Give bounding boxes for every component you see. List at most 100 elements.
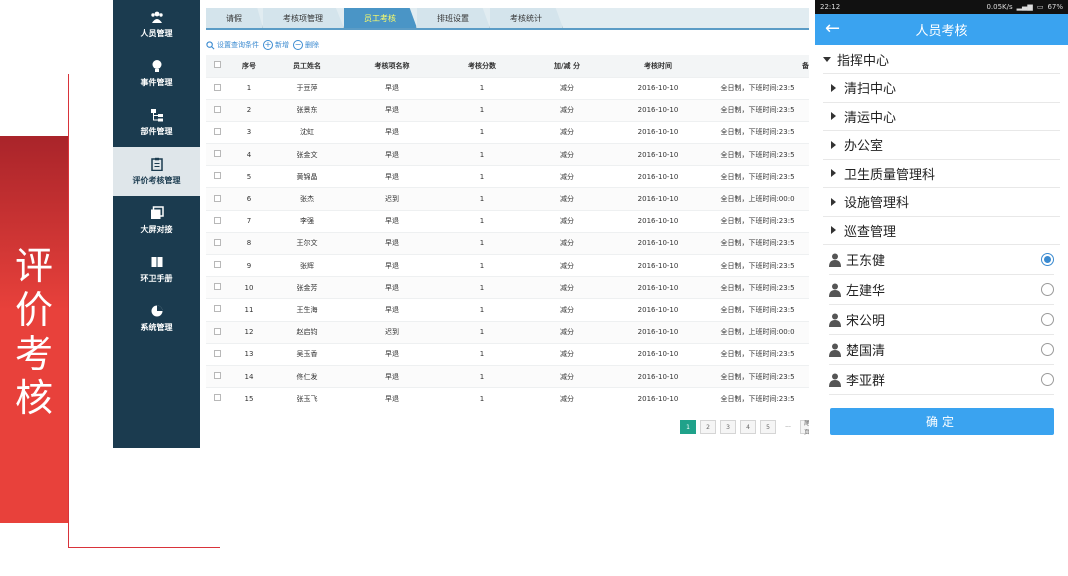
table-row[interactable]: 12 赵启钧 迟到 1 减分 2016-10-10 全日制，上班时间:00:0: [206, 320, 809, 344]
page-button[interactable]: 5: [760, 420, 776, 434]
table-row[interactable]: 9 张辉 早退 1 减分 2016-10-10 全日制，下班时间:23:5: [206, 253, 809, 277]
tab-1[interactable]: 请假: [206, 8, 263, 28]
assessment-remark: 全日制，下班时间:23:5: [706, 298, 809, 322]
tab-2[interactable]: 考核项管理: [263, 8, 344, 28]
assessment-remark: 全日制，下班时间:23:5: [706, 387, 809, 410]
person-radio[interactable]: [1041, 253, 1054, 266]
table-row[interactable]: 5 黄锦晶 早退 1 减分 2016-10-10 全日制，下班时间:23:5: [206, 165, 809, 188]
mobile-app-screenshot: 22:12 0.05K/s ▂▄▆ ▭ 67% ← 人员考核 指挥中心 清扫中心清…: [815, 0, 1068, 446]
table-row[interactable]: 4 张金文 早退 1 减分 2016-10-10 全日制，下班时间:23:5: [206, 143, 809, 166]
table-row[interactable]: 8 王尔文 早退 1 减分 2016-10-10 全日制，下班时间:23:5: [206, 231, 809, 255]
row-checkbox[interactable]: [213, 349, 221, 357]
row-checkbox[interactable]: [213, 105, 221, 113]
page-button[interactable]: 2: [700, 420, 716, 434]
tab-5[interactable]: 考核统计: [490, 8, 563, 28]
row-checkbox[interactable]: [213, 283, 221, 291]
row-select-cell: [206, 342, 228, 366]
row-select-cell: [206, 320, 228, 344]
sidebar-item[interactable]: 部件管理: [113, 98, 200, 147]
back-arrow-icon[interactable]: ←: [825, 20, 840, 38]
tree-node[interactable]: 设施管理科: [823, 188, 1060, 217]
delete-button[interactable]: − 删除: [293, 40, 319, 50]
person-item[interactable]: 楚国清: [829, 335, 1054, 365]
table-row[interactable]: 15 张玉飞 早退 1 减分 2016-10-10 全日制，下班时间:23:5: [206, 387, 809, 410]
table-row[interactable]: 1 于豆萍 早退 1 减分 2016-10-10 全日制，下班时间:23:5: [206, 76, 809, 100]
tab-3[interactable]: 员工考核: [344, 8, 417, 28]
sidebar-item[interactable]: 人员管理: [113, 0, 200, 49]
confirm-button[interactable]: 确定: [830, 408, 1054, 435]
table-row[interactable]: 14 佟仁发 早退 1 减分 2016-10-10 全日制，下班时间:23:5: [206, 364, 809, 388]
sidebar-item[interactable]: 事件管理: [113, 49, 200, 98]
row-checkbox[interactable]: [213, 172, 221, 180]
sidebar-item[interactable]: 系统管理: [113, 294, 200, 343]
table-row[interactable]: 3 沈虹 早退 1 减分 2016-10-10 全日制，下班时间:23:5: [206, 120, 809, 144]
row-checkbox[interactable]: [213, 238, 221, 246]
tree-node[interactable]: 卫生质量管理科: [823, 160, 1060, 188]
person-radio[interactable]: [1041, 313, 1054, 326]
row-checkbox[interactable]: [213, 305, 221, 313]
tree-node[interactable]: 清运中心: [823, 103, 1060, 131]
row-checkbox[interactable]: [213, 216, 221, 224]
row-checkbox[interactable]: [213, 261, 221, 269]
row-checkbox[interactable]: [213, 372, 221, 380]
person-item[interactable]: 左建华: [829, 275, 1054, 305]
row-checkbox[interactable]: [213, 150, 221, 158]
assessment-score: 1: [440, 165, 524, 188]
banner-title-char: 价: [14, 288, 53, 332]
tree-node[interactable]: 巡查管理: [823, 217, 1060, 245]
score-type: 减分: [524, 342, 610, 366]
person-radio[interactable]: [1041, 373, 1054, 386]
person-item[interactable]: 李亚群: [829, 365, 1054, 395]
tree-node[interactable]: 清扫中心: [823, 74, 1060, 103]
table-header-row: 序号 员工姓名 考核项名称 考核分数 加/减 分考核时间备: [206, 55, 809, 77]
row-checkbox[interactable]: [213, 83, 221, 91]
score-type: 减分: [524, 143, 610, 166]
sidebar-item-label: 部件管理: [140, 127, 173, 136]
table-row[interactable]: 6 张杰 迟到 1 减分 2016-10-10 全日制，上班时间:00:0: [206, 187, 809, 211]
person-name: 李亚群: [846, 374, 886, 389]
tab-4[interactable]: 排班设置: [417, 8, 490, 28]
sidebar-item-label: 事件管理: [140, 78, 173, 87]
minus-icon: −: [293, 40, 303, 50]
assessment-item: 早退: [344, 276, 440, 299]
assessment-item: 早退: [344, 253, 440, 277]
table-row[interactable]: 11 王生海 早退 1 减分 2016-10-10 全日制，下班时间:23:5: [206, 298, 809, 322]
table-row[interactable]: 10 张金芳 早退 1 减分 2016-10-10 全日制，下班时间:23:5: [206, 276, 809, 299]
tree-node[interactable]: 办公室: [823, 131, 1060, 160]
sidebar-item[interactable]: 环卫手册: [113, 245, 200, 294]
sidebar-item-label: 评价考核管理: [132, 176, 181, 185]
add-button[interactable]: + 新增: [263, 40, 289, 50]
row-checkbox[interactable]: [213, 327, 221, 335]
tree-node-root[interactable]: 指挥中心: [823, 45, 1060, 74]
employee-name: 李强: [270, 209, 344, 233]
query-button[interactable]: 设置查询条件: [206, 40, 259, 50]
sidebar-item[interactable]: 评价考核管理: [113, 147, 200, 196]
select-all-header[interactable]: [206, 55, 228, 77]
person-item[interactable]: 宋公明: [829, 305, 1054, 335]
row-checkbox[interactable]: [213, 394, 221, 402]
table-row[interactable]: 13 吴玉香 早退 1 减分 2016-10-10 全日制，下班时间:23:5: [206, 342, 809, 366]
person-name: 左建华: [846, 284, 886, 299]
sidebar-item[interactable]: 大屏对接: [113, 196, 200, 245]
assessment-remark: 全日制，下班时间:23:5: [706, 231, 809, 255]
last-page-button[interactable]: 尾页: [800, 420, 809, 436]
person-radio[interactable]: [1041, 283, 1054, 296]
status-time: 22:12: [820, 3, 841, 11]
page-button[interactable]: 1: [680, 420, 696, 434]
score-type: 减分: [524, 276, 610, 299]
page-button[interactable]: 4: [740, 420, 756, 434]
assessment-score: 1: [440, 187, 524, 211]
assessment-item: 迟到: [344, 320, 440, 344]
table-row[interactable]: 2 张景东 早退 1 减分 2016-10-10 全日制，下班时间:23:5: [206, 98, 809, 122]
person-icon: [829, 373, 841, 387]
row-checkbox[interactable]: [213, 194, 221, 202]
assessment-remark: 全日制，上班时间:00:0: [706, 320, 809, 344]
person-item[interactable]: 王东健: [829, 245, 1054, 275]
row-select-cell: [206, 143, 228, 166]
person-radio[interactable]: [1041, 343, 1054, 356]
table-row[interactable]: 7 李强 早退 1 减分 2016-10-10 全日制，下班时间:23:5: [206, 209, 809, 233]
expanded-caret-icon: [823, 56, 831, 62]
page-button[interactable]: 3: [720, 420, 736, 434]
row-checkbox[interactable]: [213, 127, 221, 135]
select-all-checkbox[interactable]: [213, 61, 221, 69]
